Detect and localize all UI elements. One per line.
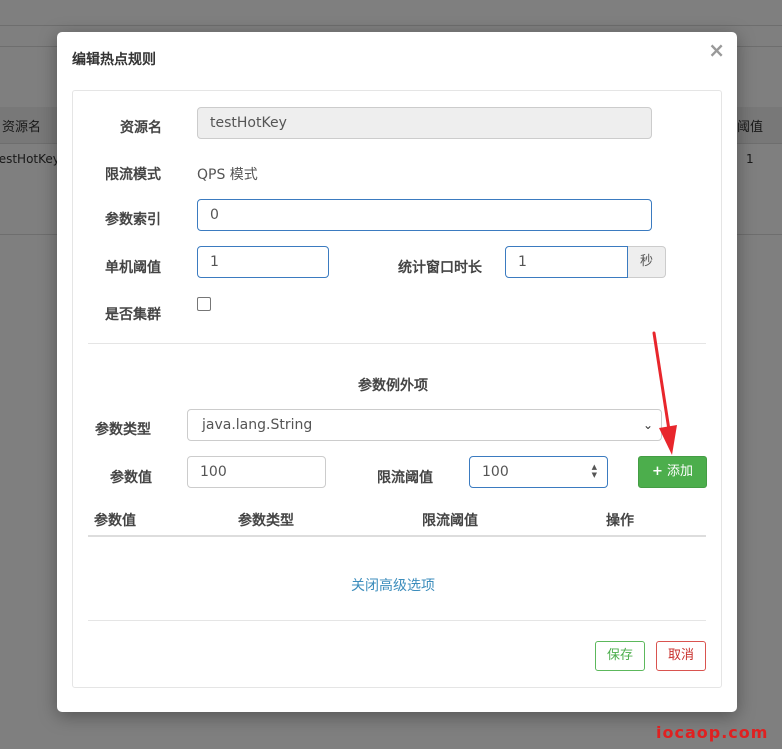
watermark-text: iocaop.com: [656, 723, 769, 742]
annotation-arrow-icon: [652, 331, 677, 455]
